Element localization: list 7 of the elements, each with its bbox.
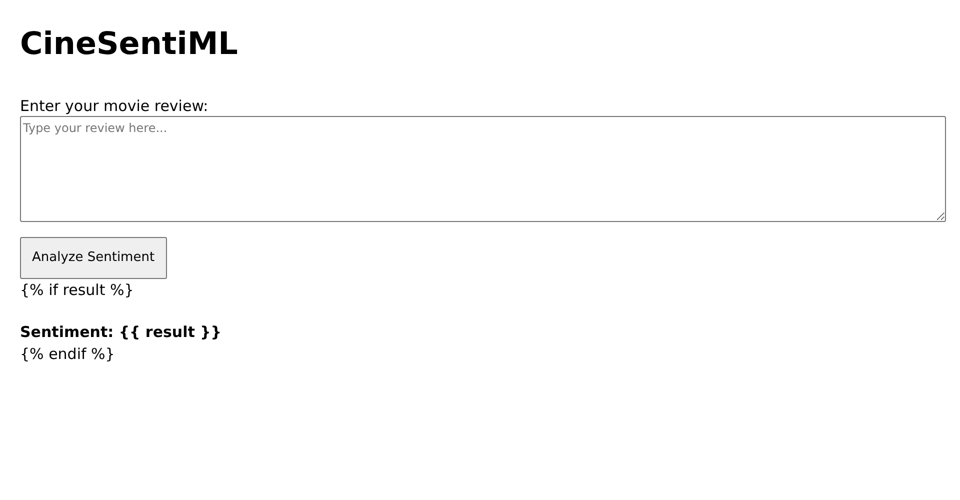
sentiment-result-text: Sentiment: {{ result }} [20,322,222,343]
review-label: Enter your movie review: [20,96,210,116]
page-title: CineSentiML [20,25,239,64]
template-tag-text: {% endif %} [20,344,116,365]
analyze-button[interactable]: Analyze Sentiment [20,237,167,279]
review-input-field[interactable]: Type your review here... [20,116,946,222]
template-tag-text: {% if result %} [20,280,135,301]
